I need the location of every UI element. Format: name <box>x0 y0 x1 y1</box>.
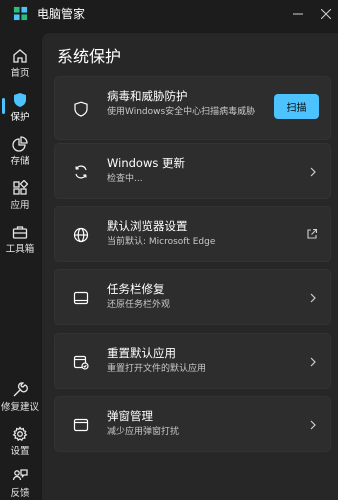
sidebar-item-storage[interactable]: 存储 <box>0 130 40 174</box>
sidebar-item-label: 保护 <box>10 112 30 123</box>
close-icon <box>321 9 331 19</box>
card-subtitle: 减少应用弹窗打扰 <box>107 427 180 437</box>
sidebar-item-label: 修复建议 <box>0 402 39 413</box>
app-title: 电脑管家 <box>37 7 86 21</box>
minimize-icon <box>293 13 303 15</box>
sidebar-item-apps[interactable]: 应用 <box>0 174 40 218</box>
card-windows-update[interactable]: Windows 更新 检查中... <box>54 143 331 199</box>
chevron-right-icon <box>310 293 316 303</box>
sidebar-item-feedback[interactable]: 反馈 <box>0 462 40 500</box>
refresh-icon <box>75 165 87 179</box>
sidebar-item-repair-suggestions[interactable]: 修复建议 <box>0 376 40 420</box>
chevron-right-icon <box>310 357 316 367</box>
sidebar-item-settings[interactable]: 设置 <box>0 420 40 464</box>
sidebar-nav: 首页 保护 存储 应用 工具箱 修复建议 设置 反馈 <box>0 36 40 500</box>
app-logo-icon <box>13 6 28 21</box>
scan-button[interactable]: 扫描 <box>274 94 319 119</box>
card-popup-management[interactable]: 弹窗管理 减少应用弹窗打扰 <box>54 396 331 452</box>
card-virus-protection[interactable]: 病毒和威胁防护 使用Windows安全中心扫描病毒威胁 扫描 <box>54 76 331 140</box>
page-title: 系统保护 <box>57 47 122 66</box>
card-subtitle: 使用Windows安全中心扫描病毒威胁 <box>107 107 256 117</box>
card-subtitle: 当前默认: Microsoft Edge <box>107 237 216 247</box>
shield-icon <box>14 93 26 107</box>
card-title: 病毒和威胁防护 <box>107 89 188 103</box>
pie-chart-icon <box>12 136 28 152</box>
sidebar-item-label: 存储 <box>10 156 30 167</box>
sidebar-item-home[interactable]: 首页 <box>0 42 40 86</box>
sidebar-item-label: 应用 <box>10 200 30 211</box>
taskbar-icon <box>73 291 89 305</box>
sidebar-item-label: 设置 <box>10 446 30 457</box>
sidebar-item-toolbox[interactable]: 工具箱 <box>0 218 40 262</box>
main-panel: 系统保护 病毒和威胁防护 使用Windows安全中心扫描病毒威胁 扫描 Wind… <box>41 32 338 500</box>
globe-icon <box>73 227 89 243</box>
sidebar-item-label: 工具箱 <box>5 244 35 255</box>
card-taskbar-repair[interactable]: 任务栏修复 还原任务栏外观 <box>54 269 331 325</box>
card-subtitle: 重置打开文件的默认应用 <box>107 364 207 374</box>
gear-icon <box>12 426 28 442</box>
external-link-icon <box>307 228 318 239</box>
card-title: Windows 更新 <box>107 156 185 170</box>
toolbox-icon <box>12 226 28 239</box>
chevron-right-icon <box>310 167 316 177</box>
card-default-browser[interactable]: 默认浏览器设置 当前默认: Microsoft Edge <box>54 206 331 262</box>
sidebar-item-label: 反馈 <box>10 488 30 499</box>
card-title: 弹窗管理 <box>107 409 153 423</box>
card-title: 任务栏修复 <box>107 282 165 296</box>
card-subtitle: 检查中... <box>107 174 143 184</box>
card-title: 默认浏览器设置 <box>107 219 188 233</box>
apps-icon <box>13 180 28 195</box>
wrench-icon <box>13 382 28 397</box>
window-icon <box>73 418 89 432</box>
minimize-button[interactable] <box>288 4 308 24</box>
shield-outline-icon <box>74 101 88 117</box>
sidebar-item-protect[interactable]: 保护 <box>0 86 40 130</box>
feedback-icon <box>12 469 28 481</box>
sidebar-item-label: 首页 <box>10 68 30 79</box>
reset-app-icon <box>73 355 89 370</box>
title-bar: 电脑管家 <box>0 0 338 28</box>
card-reset-default-apps[interactable]: 重置默认应用 重置打开文件的默认应用 <box>54 333 331 389</box>
close-button[interactable] <box>316 4 336 24</box>
chevron-right-icon <box>310 420 316 430</box>
card-subtitle: 还原任务栏外观 <box>107 300 171 310</box>
home-icon <box>13 49 27 63</box>
card-title: 重置默认应用 <box>107 346 176 360</box>
